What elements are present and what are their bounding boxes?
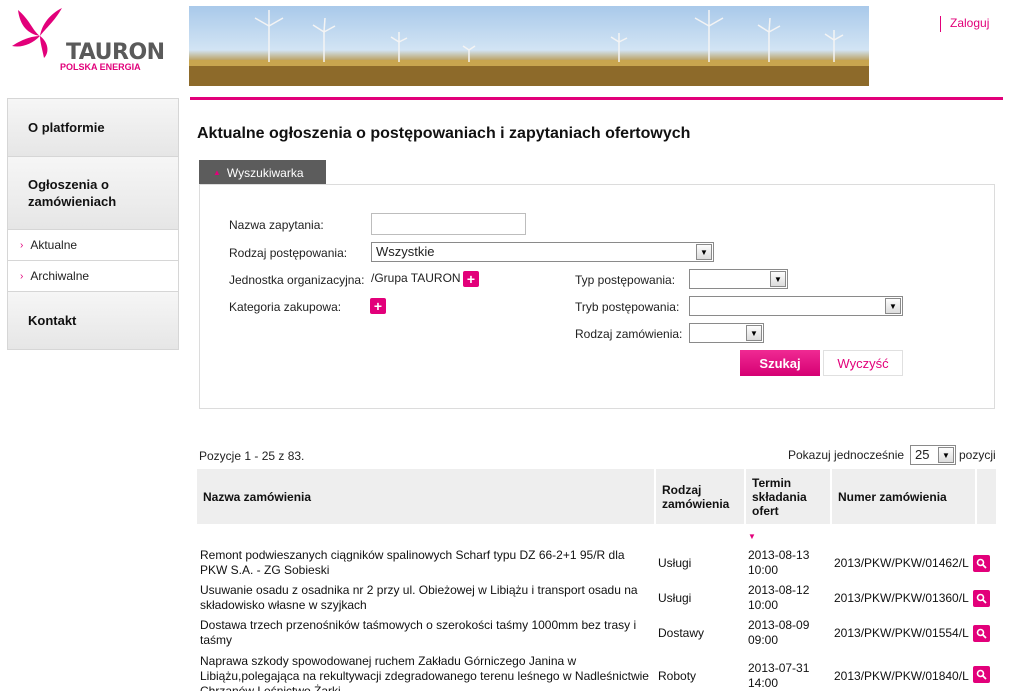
table-row: Remont podwieszanych ciągników spalinowy… <box>197 548 997 578</box>
chevron-down-icon: ▼ <box>770 271 786 287</box>
row-kind: Roboty <box>658 669 697 683</box>
type-select[interactable]: Wszystkie ▼ <box>371 242 714 262</box>
per-page-value: 25 <box>915 447 930 462</box>
chevron-down-icon: ▼ <box>885 298 901 314</box>
row-kind: Dostawy <box>658 626 705 640</box>
name-label: Nazwa zapytania: <box>229 218 324 232</box>
column-header-actions <box>977 469 996 524</box>
results-table-header: Nazwa zamówienia Rodzaj zamówienia Termi… <box>197 469 996 524</box>
chevron-right-icon: › <box>20 270 24 282</box>
proc-mode-select[interactable]: ▼ <box>689 296 903 316</box>
header-divider <box>190 97 1003 100</box>
tauron-logo[interactable]: TAURON POLSKA ENERGIA <box>10 6 165 76</box>
sidebar-item-ogloszenia[interactable]: Ogłoszenia o zamówieniach <box>8 157 178 230</box>
sidebar-item-archiwalne[interactable]: › Archiwalne <box>8 261 178 292</box>
category-label: Kategoria zakupowa: <box>229 300 342 314</box>
name-input[interactable] <box>371 213 526 235</box>
table-row: Dostawa trzech przenośników taśmowych o … <box>197 618 997 648</box>
search-button[interactable]: Szukaj <box>740 350 820 376</box>
sidebar-item-label: Archiwalne <box>30 269 90 283</box>
proc-type-label: Typ postępowania: <box>575 273 676 287</box>
magnifier-icon[interactable] <box>973 666 990 683</box>
proc-mode-label: Tryb postępowania: <box>575 300 680 314</box>
tauron-logo-icon <box>12 8 62 58</box>
magnifier-icon[interactable] <box>973 589 990 607</box>
per-page-suffix: pozycji <box>959 448 996 462</box>
row-number: 2013/PKW/PKW/01840/L <box>834 669 969 683</box>
add-unit-icon[interactable]: + <box>463 271 479 287</box>
clear-button[interactable]: Wyczyść <box>823 350 903 376</box>
chevron-down-icon: ▼ <box>746 325 762 341</box>
row-name: Dostawa trzech przenośników taśmowych o … <box>200 618 637 647</box>
search-tab[interactable]: ▲ Wyszukiwarka <box>199 160 326 185</box>
per-page-label: Pokazuj jednocześnie <box>788 448 905 462</box>
login-separator <box>940 16 941 32</box>
login-link[interactable]: Zaloguj <box>950 16 989 30</box>
search-tab-label: Wyszukiwarka <box>226 165 304 180</box>
row-number: 2013/PKW/PKW/01360/L <box>834 591 969 605</box>
chevron-down-icon: ▼ <box>938 447 954 463</box>
chevron-down-icon: ▼ <box>696 244 712 260</box>
row-kind: Usługi <box>658 591 692 605</box>
row-deadline: 2013-08-13 10:00 <box>748 548 810 577</box>
row-name: Usuwanie osadu z osadnika nr 2 przy ul. … <box>200 583 638 612</box>
column-header-deadline[interactable]: Termin składania ofert <box>746 469 830 524</box>
sidebar-item-kontakt[interactable]: Kontakt <box>8 292 178 349</box>
table-row: Usuwanie osadu z osadnika nr 2 przy ul. … <box>197 583 997 613</box>
row-deadline: 2013-08-09 09:00 <box>748 618 810 647</box>
proc-type-select[interactable]: ▼ <box>689 269 788 289</box>
row-deadline: 2013-07-31 14:00 <box>748 661 810 690</box>
magnifier-icon[interactable] <box>973 624 990 642</box>
per-page-select[interactable]: 25 ▼ <box>910 445 956 465</box>
row-deadline: 2013-08-12 10:00 <box>748 583 810 612</box>
row-kind: Usługi <box>658 556 692 570</box>
magnifier-icon[interactable] <box>973 554 990 572</box>
row-name: Naprawa szkody spowodowanej ruchem Zakła… <box>200 654 649 691</box>
order-kind-select[interactable]: ▼ <box>689 323 764 343</box>
row-number: 2013/PKW/PKW/01462/L <box>834 556 969 570</box>
sort-desc-icon[interactable]: ▼ <box>748 532 756 541</box>
sidebar-item-aktualne[interactable]: › Aktualne <box>8 230 178 261</box>
header-banner-image <box>189 6 869 86</box>
triangle-up-icon: ▲ <box>213 168 221 177</box>
chevron-right-icon: › <box>20 239 24 251</box>
order-kind-label: Rodzaj zamówienia: <box>575 327 683 341</box>
sidebar-nav: O platformie Ogłoszenia o zamówieniach ›… <box>7 98 179 350</box>
type-label: Rodzaj postępowania: <box>229 246 348 260</box>
add-category-icon[interactable]: + <box>370 298 386 314</box>
unit-label: Jednostka organizacyjna: <box>229 273 365 287</box>
row-number: 2013/PKW/PKW/01554/L <box>834 626 969 640</box>
page-title: Aktualne ogłoszenia o postępowaniach i z… <box>197 125 691 142</box>
unit-value: /Grupa TAURON <box>371 271 461 285</box>
position-info: Pozycje 1 - 25 z 83. <box>199 449 305 463</box>
column-header-number[interactable]: Numer zamówienia <box>832 469 975 524</box>
column-header-name[interactable]: Nazwa zamówienia <box>197 469 654 524</box>
type-select-value: Wszystkie <box>376 244 435 259</box>
column-header-kind[interactable]: Rodzaj zamówienia <box>656 469 744 524</box>
sidebar-item-o-platformie[interactable]: O platformie <box>8 99 178 157</box>
row-name: Remont podwieszanych ciągników spalinowy… <box>200 548 625 577</box>
sidebar-item-label: Aktualne <box>30 238 78 252</box>
table-row: Naprawa szkody spowodowanej ruchem Zakła… <box>197 653 997 691</box>
logo-tagline: POLSKA ENERGIA <box>60 62 141 72</box>
